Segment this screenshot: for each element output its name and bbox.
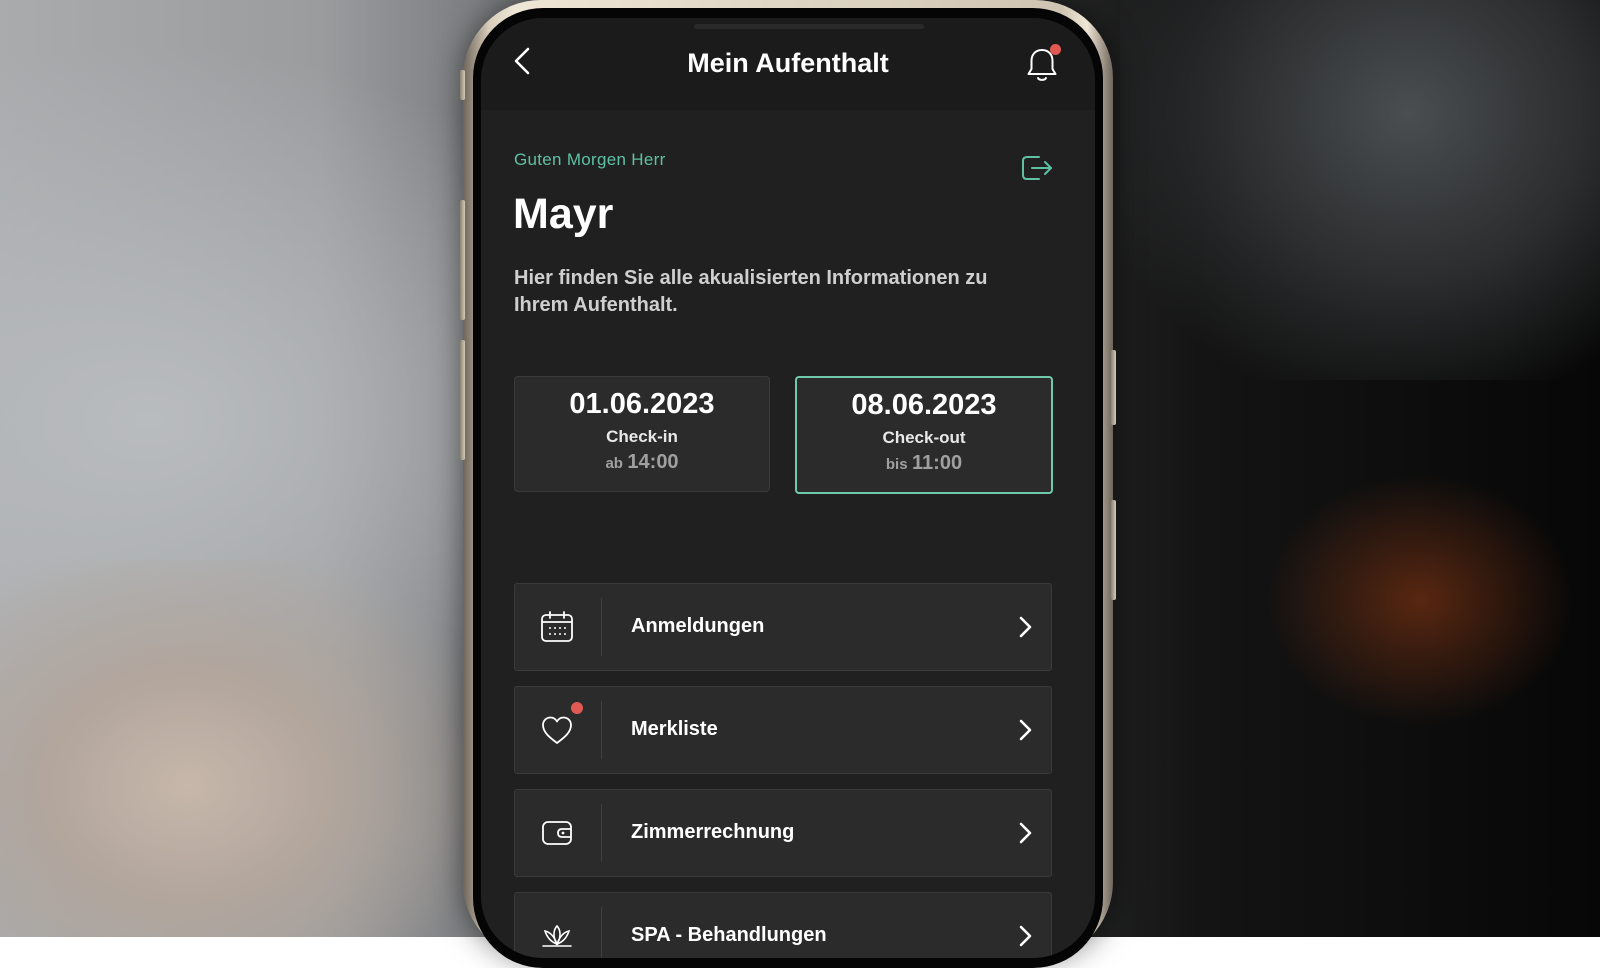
chevron-right-icon — [1019, 719, 1032, 741]
menu-divider — [601, 804, 602, 862]
menu-item-label: Anmeldungen — [631, 615, 765, 637]
checkin-time: 14:00 — [627, 451, 679, 473]
phone-frame: Mein Aufenthalt Guten Morgen Herr Mayr H… — [460, 0, 1116, 968]
page-title: Mein Aufenthalt — [687, 48, 889, 78]
notification-badge — [571, 702, 583, 714]
menu-divider — [601, 701, 602, 759]
menu-item-merkliste[interactable]: Merkliste — [514, 686, 1052, 774]
greeting-text: Guten Morgen Herr — [514, 150, 666, 169]
phone-side-button — [460, 70, 465, 100]
checkout-card[interactable]: 08.06.2023 Check-out bis 11:00 — [795, 376, 1053, 494]
menu-icon-cell — [515, 790, 601, 876]
phone-side-button — [460, 340, 465, 460]
checkout-time-prefix: bis — [885, 456, 908, 473]
checkin-label: Check-in — [606, 427, 678, 446]
checkout-time-line: bis 11:00 — [797, 452, 1051, 475]
menu-divider — [601, 598, 602, 656]
menu-icon-cell — [515, 893, 601, 958]
menu-item-anmeldungen[interactable]: Anmeldungen — [514, 583, 1052, 671]
guest-name: Mayr — [513, 190, 614, 238]
menu-icon-cell — [515, 687, 601, 773]
chevron-right-icon — [1019, 822, 1032, 844]
checkin-time-prefix: ab — [605, 455, 623, 472]
phone-speaker — [694, 24, 924, 29]
wallet-icon — [542, 821, 572, 845]
menu-icon-cell — [515, 584, 601, 670]
app-screen: Mein Aufenthalt Guten Morgen Herr Mayr H… — [481, 18, 1095, 958]
checkout-date: 08.06.2023 — [851, 389, 997, 421]
checkin-time-line: ab 14:00 — [515, 451, 769, 474]
menu-item-label: SPA - Behandlungen — [631, 924, 827, 946]
checkin-card[interactable]: 01.06.2023 Check-in ab 14:00 — [514, 376, 770, 492]
checkout-label: Check-out — [882, 428, 966, 447]
background-blur-shape — [1120, 0, 1600, 380]
app-header: Mein Aufenthalt — [481, 18, 1095, 110]
lotus-icon — [542, 924, 572, 947]
checkin-date: 01.06.2023 — [569, 388, 715, 420]
intro-text: Hier finden Sie alle akualisierten Infor… — [514, 267, 988, 316]
bell-icon[interactable] — [1024, 44, 1061, 84]
heart-icon — [542, 716, 572, 744]
notification-badge — [1050, 44, 1061, 55]
phone-side-button — [1111, 500, 1116, 600]
menu-item-spa-behandlungen[interactable]: SPA - Behandlungen — [514, 892, 1052, 958]
chevron-right-icon — [1019, 616, 1032, 638]
background-blur-shape — [0, 560, 470, 937]
stay-overview: Guten Morgen Herr Mayr Hier finden Sie a… — [481, 110, 1095, 958]
chevron-right-icon — [1019, 925, 1032, 947]
phone-side-button — [460, 200, 465, 320]
phone-side-button — [1111, 350, 1116, 425]
logout-icon[interactable] — [1019, 150, 1055, 186]
menu-item-zimmerrechnung[interactable]: Zimmerrechnung — [514, 789, 1052, 877]
calendar-icon — [541, 611, 573, 642]
menu-divider — [601, 907, 602, 958]
menu-item-label: Zimmerrechnung — [631, 821, 795, 843]
checkout-time: 11:00 — [912, 452, 963, 474]
menu-item-label: Merkliste — [631, 718, 718, 740]
